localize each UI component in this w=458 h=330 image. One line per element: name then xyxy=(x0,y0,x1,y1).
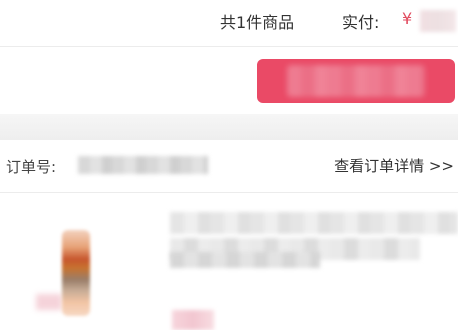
product-image-redacted xyxy=(62,230,90,316)
order-number-label: 订单号: xyxy=(6,158,57,176)
item-count-text: 共1件商品 xyxy=(220,13,295,32)
order-summary: 共1件商品 实付: ¥ xyxy=(0,0,458,40)
button-label-redacted xyxy=(287,65,425,97)
action-button-redacted[interactable] xyxy=(257,59,455,103)
paid-label: 实付: xyxy=(342,13,380,32)
divider xyxy=(0,192,458,193)
product-price-redacted xyxy=(172,310,214,330)
order-header: 订单号: 查看订单详情 >> xyxy=(0,140,458,190)
title-line-1 xyxy=(170,212,458,234)
order-number-redacted xyxy=(78,156,208,174)
currency-symbol: ¥ xyxy=(402,9,413,28)
view-order-details-link[interactable]: 查看订单详情 >> xyxy=(334,155,454,176)
product-title-redacted[interactable] xyxy=(170,212,458,270)
divider xyxy=(0,46,458,47)
thumbnail-tint xyxy=(36,294,62,310)
section-separator xyxy=(0,114,458,140)
product-thumbnail[interactable] xyxy=(36,224,98,320)
title-line-3 xyxy=(170,252,320,268)
paid-amount-redacted xyxy=(420,10,456,32)
